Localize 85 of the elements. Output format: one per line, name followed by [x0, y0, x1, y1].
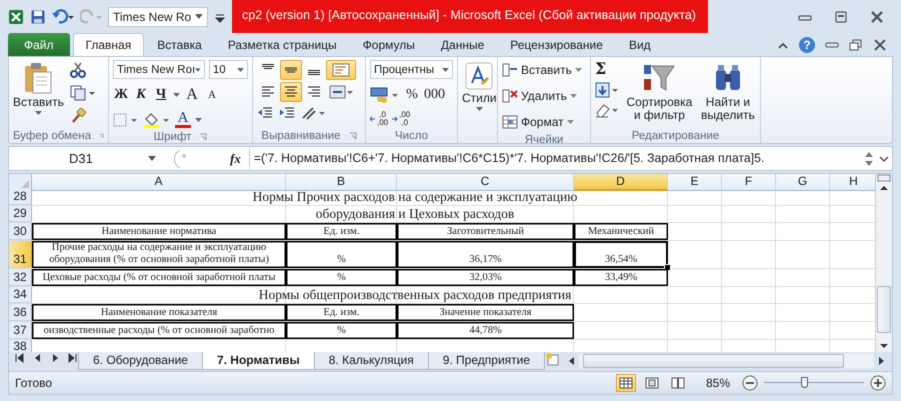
shrink-font-button[interactable]: A — [204, 85, 220, 106]
table-cell: 36,17% — [397, 240, 574, 268]
group-label: Число — [394, 130, 428, 142]
group-label: Буфер обмена — [13, 130, 92, 142]
row-header[interactable]: 38 — [9, 340, 32, 352]
table-cell: Прочие расходы на содержание и эксплуатацию оборудования (% от основной заработной платы) — [32, 240, 286, 268]
table-cell: Цеховые расходы (% от основной заработной платы — [32, 268, 286, 286]
table-title: Нормы общепроизводственных расходов предприятия — [258, 286, 572, 303]
sheet-tab[interactable]: 7. Нормативы — [202, 352, 315, 370]
column-header[interactable]: A — [32, 174, 286, 191]
table-cell: 32,03% — [397, 268, 574, 286]
row-header[interactable]: 32 — [9, 268, 32, 286]
insert-cells-button[interactable]: Вставить — [502, 60, 586, 80]
row-header[interactable]: 31 — [9, 240, 32, 268]
ribbon-tab[interactable]: Формулы — [350, 33, 428, 56]
ribbon-tab[interactable]: Данные — [428, 33, 498, 56]
ribbon-tab[interactable]: Вставка — [144, 33, 215, 56]
table-cell: 44,78% — [397, 322, 574, 339]
sheet-tab[interactable]: 6. Оборудование — [78, 352, 203, 370]
row-header[interactable]: 28 — [9, 188, 32, 205]
decrease-decimal-button[interactable]: ,00 ,0 — [392, 111, 410, 128]
row-header[interactable]: 29 — [9, 206, 32, 222]
group-label: Ячейки — [524, 134, 564, 146]
table-cell: оизводственные расходы (% от основной заработно — [32, 322, 286, 339]
group-label: Выравнивание — [261, 130, 341, 142]
delete-cells-button[interactable]: Удалить — [502, 86, 586, 106]
row-header[interactable]: 30 — [9, 222, 32, 240]
table-cell: 33,49% — [574, 268, 668, 286]
column-heading: Ед. изм. — [286, 304, 397, 321]
table-cell: 36,54% — [574, 240, 668, 268]
file-tab[interactable]: Файл — [8, 33, 70, 56]
name-box[interactable]: D31 — [9, 151, 164, 166]
column-header[interactable]: E — [668, 174, 722, 191]
column-heading: Наименование показателя — [32, 304, 286, 321]
percent-button[interactable]: % — [404, 85, 420, 106]
row-header[interactable]: 36 — [9, 304, 32, 321]
column-heading: Заготовительный — [397, 222, 574, 240]
column-heading: Ед. изм. — [286, 222, 397, 240]
font-name-field[interactable]: Times New Roı — [113, 60, 205, 80]
ribbon-tab[interactable]: Главная — [72, 33, 144, 56]
column-header[interactable]: G — [776, 174, 830, 191]
table-cell: % — [286, 240, 397, 268]
column-header[interactable]: D — [574, 174, 668, 191]
table-title: оборудования и Цеховых расходов — [314, 206, 516, 222]
font-box[interactable]: Times New Ro — [108, 6, 208, 26]
styles-button[interactable]: Стили — [462, 60, 497, 128]
sort-filter-button[interactable]: Сортировка и фильтр — [625, 60, 694, 128]
column-heading: Значение показателя — [397, 304, 574, 321]
window-title: cp2 (version 1) [Автосохраненный] - Microsoft Excel (Сбой активации продукта) — [232, 0, 708, 33]
row-header[interactable]: 37 — [9, 322, 32, 339]
find-select-button[interactable]: Найти и выделить — [700, 60, 756, 128]
autosum-button[interactable]: Σ — [595, 60, 615, 78]
number-format-field[interactable]: Процентны — [370, 60, 453, 80]
underline-button[interactable]: Ч — [153, 85, 169, 106]
paste-button[interactable]: Вставить — [13, 60, 64, 128]
column-header[interactable]: F — [722, 174, 776, 191]
column-heading: Механический — [574, 222, 668, 240]
column-heading: Наименование норматива — [32, 222, 286, 240]
column-header[interactable]: B — [286, 174, 397, 191]
table-title: Нормы Прочих расходов на содержание и эксплуатацию — [252, 188, 578, 205]
table-cell: % — [286, 322, 397, 339]
help-button[interactable]: ? — [799, 37, 815, 54]
ribbon-tab[interactable]: Вид — [616, 33, 664, 56]
insert-function-button[interactable]: fx — [230, 150, 241, 167]
bold-button[interactable]: Ж — [113, 85, 129, 106]
table-cell: % — [286, 268, 397, 286]
group-label: Редактирование — [632, 130, 720, 142]
column-header[interactable]: C — [397, 174, 574, 191]
font-size-field[interactable]: 10 — [208, 60, 248, 80]
ribbon-tab[interactable]: Рецензирование — [497, 33, 616, 56]
sheet-tab[interactable]: 8. Калькуляция — [314, 352, 429, 370]
format-cells-button[interactable]: Формат — [502, 112, 586, 132]
group-label: Шрифт — [154, 130, 192, 143]
formula-field[interactable]: =('7. Нормативы'!C6+'7. Нормативы'!C6*C15)*'7. Нормативы'!C26/'[5. Заработная плата]5. — [248, 148, 862, 170]
zoom-level[interactable]: 85% — [706, 376, 730, 390]
sheet-tab[interactable]: 9. Предприятие — [428, 352, 546, 370]
column-header[interactable]: H — [830, 174, 875, 191]
grow-font-button[interactable]: A — [184, 85, 200, 106]
thousands-button[interactable]: 000 — [424, 85, 445, 106]
italic-button[interactable]: К — [133, 85, 149, 106]
row-header[interactable]: 34 — [9, 286, 32, 303]
ribbon-tab[interactable]: Разметка страницы — [214, 33, 350, 56]
status-text: Готово — [15, 376, 52, 390]
increase-decimal-button[interactable]: ,0 ,00 — [370, 111, 388, 128]
font-color-button[interactable]: A — [175, 111, 191, 128]
